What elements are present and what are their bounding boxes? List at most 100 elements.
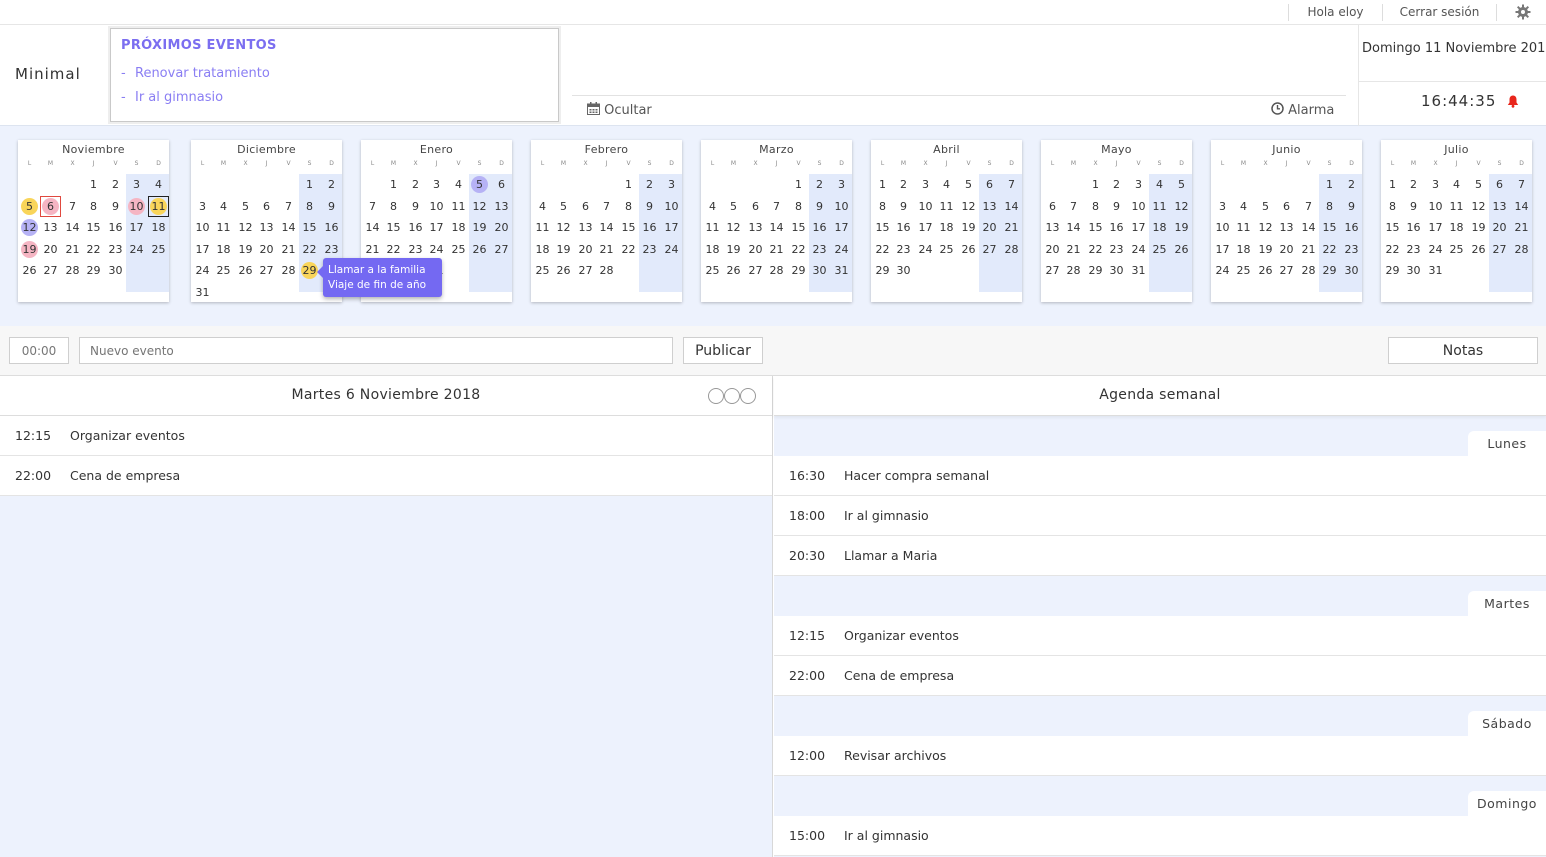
calendar-day[interactable]: 9 — [809, 196, 830, 217]
logout-link[interactable]: Cerrar sesión — [1383, 0, 1496, 25]
calendar-day[interactable]: 12 — [469, 196, 490, 217]
calendar-day[interactable]: 9 — [893, 196, 914, 217]
calendar-day[interactable]: 27 — [491, 239, 512, 260]
calendar-day[interactable]: 7 — [62, 196, 83, 217]
calendar-day[interactable]: 12 — [1171, 196, 1192, 217]
calendar-day[interactable]: 5 — [723, 196, 744, 217]
calendar-day[interactable]: 24 — [831, 239, 852, 260]
calendar-day[interactable]: 31 — [192, 282, 213, 303]
calendar-day[interactable]: 16 — [1403, 217, 1424, 238]
calendar-day[interactable]: 6 — [1489, 174, 1510, 195]
calendar-day[interactable]: 23 — [405, 239, 426, 260]
calendar-day[interactable]: 3 — [661, 174, 682, 195]
calendar-day[interactable]: 15 — [383, 217, 404, 238]
calendar-day[interactable]: 14 — [62, 217, 83, 238]
calendar-day[interactable]: 18 — [1446, 217, 1467, 238]
notes-button[interactable]: Notas — [1388, 337, 1538, 364]
calendar-day[interactable]: 6 — [1042, 196, 1063, 217]
calendar-day[interactable]: 28 — [1001, 239, 1022, 260]
calendar-day[interactable]: 15 — [788, 217, 809, 238]
calendar-day[interactable]: 3 — [915, 174, 936, 195]
calendar-day[interactable]: 19 — [19, 239, 40, 260]
calendar-day[interactable]: 26 — [1255, 260, 1276, 281]
calendar-day[interactable]: 29 — [872, 260, 893, 281]
color-option[interactable] — [740, 388, 756, 404]
calendar-day[interactable]: 7 — [1001, 174, 1022, 195]
calendar-day[interactable]: 25 — [1149, 239, 1170, 260]
calendar-day[interactable]: 14 — [1298, 217, 1319, 238]
calendar-day[interactable]: 12 — [723, 217, 744, 238]
calendar-day[interactable]: 16 — [809, 217, 830, 238]
color-option[interactable] — [724, 388, 740, 404]
calendar-day[interactable]: 7 — [596, 196, 617, 217]
calendar-day[interactable]: 29 — [1319, 260, 1340, 281]
hide-calendar-button[interactable]: Ocultar — [587, 102, 652, 118]
calendar-day[interactable]: 16 — [1341, 217, 1362, 238]
calendar-day[interactable]: 13 — [491, 196, 512, 217]
calendar-day[interactable]: 13 — [1276, 217, 1297, 238]
calendar-day[interactable]: 11 — [213, 217, 234, 238]
calendar-day[interactable]: 2 — [1106, 174, 1127, 195]
calendar-day[interactable]: 13 — [745, 217, 766, 238]
calendar-day[interactable]: 5 — [1468, 174, 1489, 195]
calendar-day[interactable]: 13 — [40, 217, 61, 238]
calendar-day[interactable]: 22 — [872, 239, 893, 260]
calendar-day[interactable]: 17 — [915, 217, 936, 238]
calendar-day[interactable]: 21 — [766, 239, 787, 260]
calendar-day[interactable]: 3 — [831, 174, 852, 195]
calendar-day[interactable]: 10 — [1212, 217, 1233, 238]
calendar-day[interactable]: 14 — [766, 217, 787, 238]
calendar-day[interactable]: 22 — [1319, 239, 1340, 260]
calendar-day[interactable]: 6 — [1276, 196, 1297, 217]
calendar-day[interactable]: 6 — [575, 196, 596, 217]
calendar-day[interactable]: 16 — [105, 217, 126, 238]
calendar-day[interactable]: 31 — [1425, 260, 1446, 281]
calendar-day[interactable]: 1 — [618, 174, 639, 195]
calendar-day[interactable]: 29 — [83, 260, 104, 281]
calendar-day[interactable]: 9 — [405, 196, 426, 217]
calendar-day[interactable]: 23 — [1106, 239, 1127, 260]
calendar-day[interactable]: 11 — [148, 195, 169, 217]
calendar-day[interactable]: 20 — [1276, 239, 1297, 260]
calendar-day[interactable]: 8 — [1085, 196, 1106, 217]
calendar-day[interactable]: 27 — [256, 260, 277, 281]
calendar-day[interactable]: 18 — [936, 217, 957, 238]
list-item[interactable]: 20:30 Llamar a Maria — [774, 536, 1546, 576]
calendar-day[interactable]: 18 — [213, 239, 234, 260]
calendar-day[interactable]: 6 — [979, 174, 1000, 195]
calendar-day[interactable]: 27 — [745, 260, 766, 281]
new-event-input[interactable] — [79, 337, 673, 364]
calendar-day[interactable]: 21 — [62, 239, 83, 260]
color-option[interactable] — [708, 388, 724, 404]
calendar-day[interactable]: 12 — [1468, 196, 1489, 217]
calendar-day[interactable]: 3 — [1212, 196, 1233, 217]
publish-button[interactable]: Publicar — [683, 337, 763, 364]
calendar-day[interactable]: 31 — [1128, 260, 1149, 281]
calendar-day[interactable]: 13 — [1042, 217, 1063, 238]
calendar-day[interactable]: 10 — [126, 196, 147, 217]
calendar-day[interactable]: 19 — [1255, 239, 1276, 260]
calendar-day[interactable]: 26 — [958, 239, 979, 260]
calendar-day[interactable]: 26 — [235, 260, 256, 281]
calendar-day[interactable]: 19 — [1171, 217, 1192, 238]
calendar-day[interactable]: 4 — [1446, 174, 1467, 195]
calendar-day[interactable]: 4 — [448, 174, 469, 195]
calendar-day[interactable]: 10 — [831, 196, 852, 217]
calendar-day[interactable]: 24 — [426, 239, 447, 260]
calendar-day[interactable]: 25 — [213, 260, 234, 281]
calendar-day[interactable]: 28 — [1511, 239, 1532, 260]
calendar-day[interactable]: 28 — [1298, 260, 1319, 281]
calendar-day[interactable]: 30 — [105, 260, 126, 281]
calendar-day[interactable]: 24 — [192, 260, 213, 281]
calendar-day[interactable]: 15 — [83, 217, 104, 238]
calendar-day[interactable]: 7 — [278, 196, 299, 217]
calendar-day[interactable]: 30 — [1403, 260, 1424, 281]
bell-icon[interactable] — [1507, 95, 1519, 108]
calendar-day[interactable]: 18 — [1149, 217, 1170, 238]
calendar-day[interactable]: 24 — [1425, 239, 1446, 260]
calendar-day[interactable]: 5 — [1171, 174, 1192, 195]
calendar-day[interactable]: 11 — [448, 196, 469, 217]
calendar-day[interactable]: 18 — [148, 217, 169, 238]
calendar-day[interactable]: 22 — [299, 239, 320, 260]
calendar-day[interactable]: 18 — [1233, 239, 1254, 260]
